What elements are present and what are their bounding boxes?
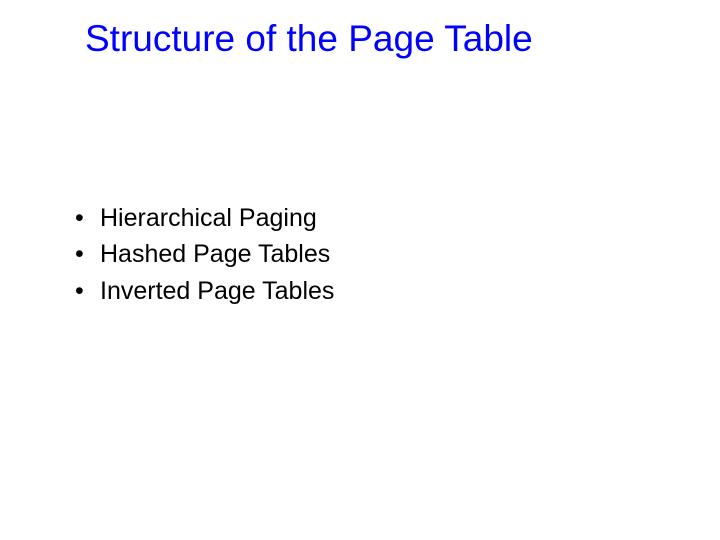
list-item: Hashed Page Tables (75, 236, 334, 272)
bullet-list: Hierarchical Paging Hashed Page Tables I… (75, 200, 334, 309)
slide-title: Structure of the Page Table (85, 18, 533, 60)
list-item: Inverted Page Tables (75, 273, 334, 309)
list-item: Hierarchical Paging (75, 200, 334, 236)
